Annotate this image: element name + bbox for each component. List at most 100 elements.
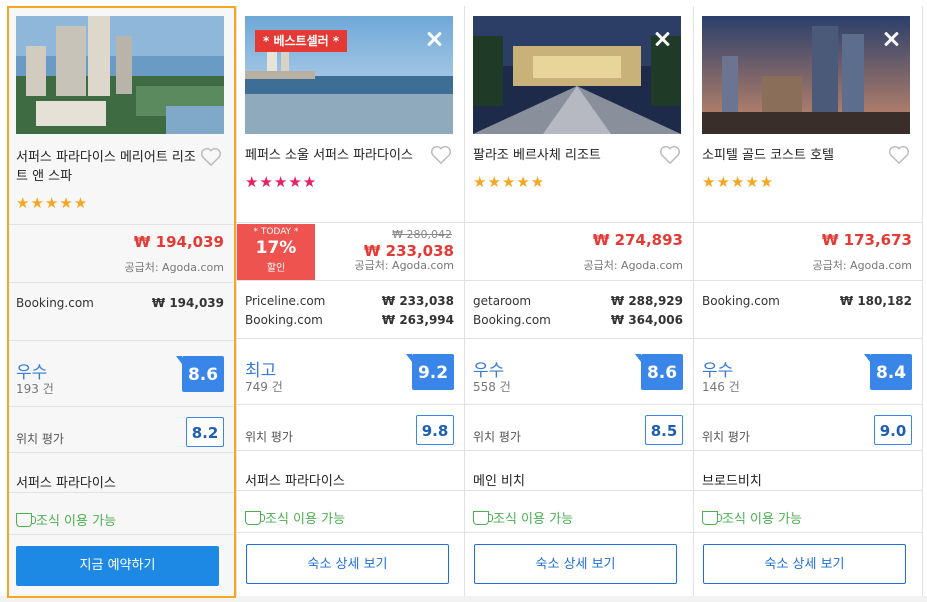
hotel-photo[interactable] [702, 16, 910, 134]
offer-row[interactable]: Booking.com ₩ 364,006 [473, 313, 683, 327]
heart-icon[interactable] [659, 145, 681, 165]
offer-price: ₩ 288,929 [610, 294, 683, 308]
divider [694, 280, 922, 281]
offer-site: Booking.com [16, 296, 94, 310]
offer-price: ₩ 233,038 [381, 294, 454, 308]
divider [465, 450, 693, 451]
discount-word: 할인 [266, 263, 286, 274]
book-now-button[interactable]: 지금 예약하기 [16, 546, 219, 586]
view-details-button[interactable]: 숙소 상세 보기 [474, 544, 677, 584]
today-discount-badge: * TODAY * 17% 할인 [237, 224, 315, 280]
best-price[interactable]: ₩ 274,893 [593, 231, 683, 249]
divider [237, 338, 464, 339]
hotel-photo-image [702, 16, 910, 134]
divider [9, 492, 234, 493]
divider [9, 282, 234, 283]
review-score-badge: 8.6 [176, 356, 224, 392]
hotel-card-marriott[interactable]: 서퍼스 파라다이스 메리어트 리조트 앤 스파 ★★★★★ ₩ 194,039 … [7, 6, 236, 598]
discount-percent: 17% [255, 238, 297, 258]
supplier-label: 공급처: Agoda.com [812, 259, 912, 272]
divider [237, 280, 464, 281]
review-score-badge: 9.2 [406, 354, 454, 390]
location-label: 위치 평가 [473, 430, 521, 444]
hotel-card-palazzo[interactable]: 팔라조 베르사체 리조트 ★★★★★ ₩ 274,893 공급처: Agoda.… [465, 6, 694, 596]
view-details-button[interactable]: 숙소 상세 보기 [246, 544, 449, 584]
today-label: * TODAY * [253, 227, 299, 237]
heart-icon[interactable] [888, 145, 910, 165]
breakfast-info: 조식 이용 가능 [702, 508, 802, 527]
coffee-cup-icon [16, 513, 36, 527]
location-score-badge: 8.2 [186, 417, 224, 447]
location-label: 위치 평가 [245, 430, 293, 444]
breakfast-label: 조식 이용 가능 [722, 512, 803, 527]
divider [9, 534, 234, 535]
divider [694, 404, 922, 405]
view-details-button[interactable]: 숙소 상세 보기 [703, 544, 906, 584]
review-count[interactable]: 558 건 [473, 378, 511, 395]
hotel-name[interactable]: 소피텔 골드 코스트 호텔 [702, 146, 888, 165]
review-score-badge: 8.6 [635, 354, 683, 390]
bestseller-ribbon: * 베스트셀러 * [255, 30, 348, 52]
offer-row[interactable]: Booking.com ₩ 180,182 [702, 294, 912, 308]
area-name: 메인 비치 [473, 474, 525, 489]
location-score-badge: 9.8 [416, 415, 454, 445]
offer-price: ₩ 180,182 [839, 294, 912, 308]
location-label: 위치 평가 [702, 430, 750, 444]
location-score-badge: 8.5 [645, 415, 683, 445]
divider [237, 404, 464, 405]
hotel-name[interactable]: 서퍼스 파라다이스 메리어트 리조트 앤 스파 [16, 148, 202, 186]
star-rating: ★★★★★ [16, 194, 89, 212]
divider [9, 452, 234, 453]
coffee-cup-icon [702, 511, 722, 525]
area-name: 서퍼스 파라다이스 [245, 474, 345, 489]
divider [465, 490, 693, 491]
offer-price: ₩ 194,039 [151, 296, 224, 310]
divider [237, 222, 464, 223]
divider [465, 404, 693, 405]
hotel-photo[interactable] [16, 16, 224, 134]
offer-site: getaroom [473, 294, 532, 308]
original-price: ₩ 280,042 [392, 228, 452, 241]
offer-site: Priceline.com [245, 294, 326, 308]
heart-icon[interactable] [430, 145, 452, 165]
offer-row[interactable]: Booking.com ₩ 194,039 [16, 296, 224, 310]
hotel-name[interactable]: 팔라조 베르사체 리조트 [473, 146, 659, 165]
hotel-card-sofitel[interactable]: 소피텔 골드 코스트 호텔 ★★★★★ ₩ 173,673 공급처: Agoda… [694, 6, 923, 596]
offer-row[interactable]: Booking.com ₩ 263,994 [245, 313, 454, 327]
breakfast-label: 조식 이용 가능 [36, 514, 117, 529]
best-price[interactable]: ₩ 194,039 [134, 233, 224, 251]
location-score-badge: 9.0 [874, 415, 912, 445]
close-icon[interactable] [653, 30, 671, 48]
supplier-label: 공급처: Agoda.com [124, 261, 224, 274]
breakfast-info: 조식 이용 가능 [16, 510, 116, 529]
area-name: 브로드비치 [702, 474, 762, 489]
close-icon[interactable] [425, 30, 443, 48]
offer-row[interactable]: Priceline.com ₩ 233,038 [245, 294, 454, 308]
hotel-name[interactable]: 페퍼스 소울 서퍼스 파라다이스 [245, 146, 431, 165]
hotel-photo[interactable] [473, 16, 681, 134]
divider [694, 222, 922, 223]
hotel-card-peppers[interactable]: * 베스트셀러 * 페퍼스 소울 서퍼스 파라다이스 ★★★★★ * TODAY… [236, 6, 465, 596]
best-price[interactable]: ₩ 173,673 [822, 231, 912, 249]
offer-site: Booking.com [702, 294, 780, 308]
star-rating: ★★★★★ [245, 173, 318, 191]
offer-row[interactable]: getaroom ₩ 288,929 [473, 294, 683, 308]
breakfast-info: 조식 이용 가능 [245, 508, 345, 527]
heart-icon[interactable] [200, 147, 222, 167]
area-name: 서퍼스 파라다이스 [16, 476, 116, 491]
divider [694, 490, 922, 491]
coffee-cup-icon [473, 511, 493, 525]
divider [465, 280, 693, 281]
divider [9, 340, 234, 341]
review-count[interactable]: 146 건 [702, 378, 740, 395]
divider [9, 224, 234, 225]
offer-site: Booking.com [245, 313, 323, 327]
hotel-photo[interactable]: * 베스트셀러 * [245, 16, 453, 134]
divider [694, 532, 922, 533]
offer-site: Booking.com [473, 313, 551, 327]
close-icon[interactable] [882, 30, 900, 48]
review-count[interactable]: 749 건 [245, 378, 283, 395]
breakfast-label: 조식 이용 가능 [265, 512, 346, 527]
divider [465, 338, 693, 339]
review-count[interactable]: 193 건 [16, 380, 54, 397]
